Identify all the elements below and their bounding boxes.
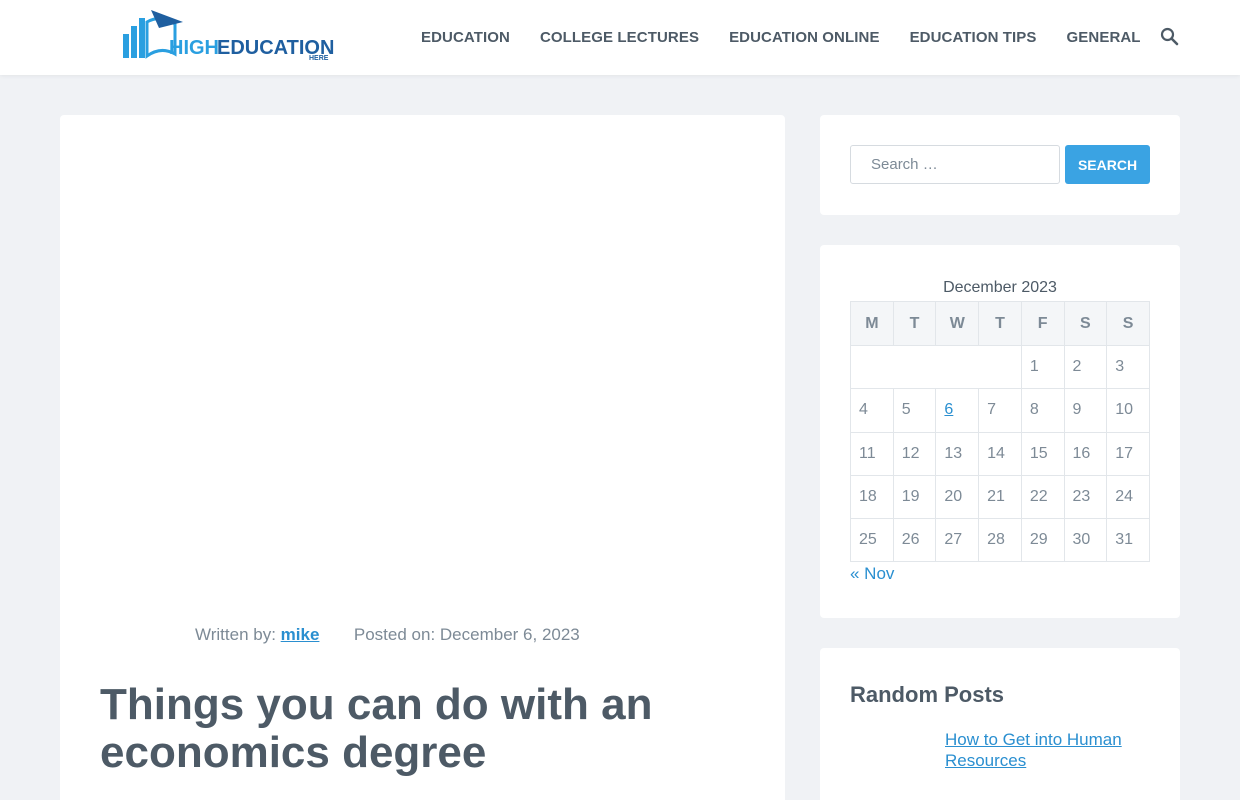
main-nav: EDUCATION COLLEGE LECTURES EDUCATION ONL… [406, 0, 1156, 75]
calendar-day: 16 [1063, 431, 1108, 476]
calendar-day: 27 [935, 518, 980, 563]
calendar-day: 18 [850, 474, 894, 520]
weekday-header: T [978, 301, 1022, 346]
calendar-table: M T W T F S S 1 2 3 4 5 6 7 8 9 10 11 12… [850, 301, 1150, 563]
nav-item-education-online[interactable]: EDUCATION ONLINE [714, 29, 895, 46]
site-header: HIGH EDUCATION HERE EDUCATION COLLEGE LE… [0, 0, 1240, 75]
calendar-day: 24 [1106, 474, 1150, 520]
calendar-week-row: 11 12 13 14 15 16 17 [850, 431, 1150, 476]
calendar-day: 12 [892, 431, 937, 476]
posted-on-label: Posted on: [353, 625, 436, 644]
calendar-prev-month-link[interactable]: « Nov [850, 564, 894, 584]
search-button[interactable]: SEARCH [1065, 145, 1150, 184]
post-title: Things you can do with an economics degr… [100, 680, 653, 777]
calendar-day: 5 [892, 388, 937, 433]
logo-graphic: HIGH EDUCATION HERE [123, 10, 334, 62]
written-by-label: Written by: [195, 625, 276, 644]
post-meta: Written by: mike Posted on: December 6, … [195, 625, 580, 645]
calendar-day: 30 [1063, 518, 1108, 563]
calendar-day: 26 [892, 518, 937, 563]
calendar-week-row: 1 2 3 [850, 344, 1150, 390]
weekday-header: W [935, 301, 980, 346]
post-date: December 6, 2023 [439, 625, 580, 644]
calendar-week-row: 25 26 27 28 29 30 31 [850, 518, 1150, 563]
weekday-header: M [850, 301, 894, 346]
calendar-day: 17 [1106, 431, 1150, 476]
calendar-day: 2 [1063, 344, 1108, 390]
search-input[interactable] [850, 145, 1060, 184]
nav-item-college-lectures[interactable]: COLLEGE LECTURES [525, 29, 714, 46]
author-link[interactable]: mike [281, 625, 320, 644]
calendar-day: 11 [850, 431, 894, 476]
logo-text-here: HERE [309, 55, 329, 62]
random-posts-widget: Random Posts How to Get into Human Resou… [820, 648, 1180, 800]
calendar-day: 1 [1020, 344, 1065, 390]
calendar-day: 23 [1063, 474, 1108, 520]
nav-item-education[interactable]: EDUCATION [406, 29, 525, 46]
weekday-header: S [1106, 301, 1150, 346]
calendar-widget: December 2023 M T W T F S S 1 2 3 4 5 6 … [820, 245, 1180, 618]
site-logo[interactable]: HIGH EDUCATION HERE [121, 8, 336, 64]
calendar-day: 22 [1020, 474, 1065, 520]
calendar-day-link[interactable]: 6 [935, 388, 980, 433]
logo-text-high: HIGH [169, 37, 219, 59]
calendar-day: 4 [850, 388, 894, 433]
calendar-day: 3 [1106, 344, 1150, 390]
calendar-day: 8 [1020, 388, 1065, 433]
calendar-day: 25 [850, 518, 894, 563]
search-icon[interactable] [1160, 27, 1180, 47]
calendar-day: 10 [1106, 388, 1150, 433]
calendar-day: 15 [1020, 431, 1065, 476]
calendar-empty-cell [850, 344, 1022, 390]
calendar-week-row: 18 19 20 21 22 23 24 [850, 474, 1150, 520]
calendar-day: 29 [1020, 518, 1065, 563]
post-card: Written by: mike Posted on: December 6, … [60, 115, 785, 800]
nav-item-education-tips[interactable]: EDUCATION TIPS [895, 29, 1052, 46]
calendar-day: 31 [1106, 518, 1150, 563]
calendar-day: 21 [978, 474, 1022, 520]
random-posts-title: Random Posts [850, 682, 1005, 707]
calendar-day: 20 [935, 474, 980, 520]
calendar-week-row: 4 5 6 7 8 9 10 [850, 388, 1150, 433]
weekday-header: F [1020, 301, 1065, 346]
nav-item-general[interactable]: GENERAL [1052, 29, 1156, 46]
calendar-day: 28 [978, 518, 1022, 563]
search-widget: SEARCH [820, 115, 1180, 215]
calendar-day: 7 [978, 388, 1022, 433]
calendar-day: 14 [978, 431, 1022, 476]
calendar-day: 13 [935, 431, 980, 476]
random-post-link[interactable]: How to Get into Human Resources [945, 729, 1145, 771]
weekday-header: T [892, 301, 937, 346]
calendar-caption: December 2023 [943, 279, 1057, 296]
calendar-day: 19 [892, 474, 937, 520]
calendar-weekday-row: M T W T F S S [850, 301, 1150, 346]
calendar-day: 9 [1063, 388, 1108, 433]
weekday-header: S [1063, 301, 1108, 346]
